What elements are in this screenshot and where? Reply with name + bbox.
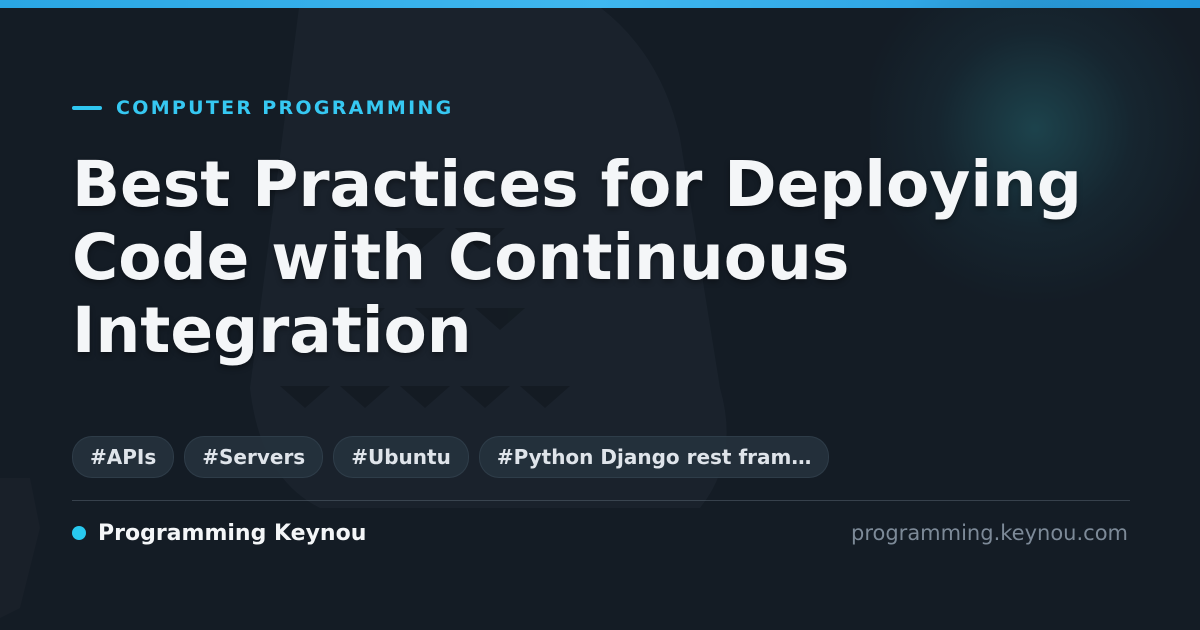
category-label: COMPUTER PROGRAMMING: [72, 95, 454, 121]
footer-divider: [72, 500, 1130, 501]
article-title: Best Practices for Deploying Code with C…: [72, 148, 1082, 367]
site-url[interactable]: programming.keynou.com: [851, 518, 1128, 548]
brand-name: Programming Keynou: [98, 520, 367, 546]
tag-ubuntu[interactable]: #Ubuntu: [333, 436, 469, 478]
social-card: COMPUTER PROGRAMMING Best Practices for …: [0, 0, 1200, 630]
tag-python-django[interactable]: #Python Django rest fram…: [478, 436, 830, 478]
accent-dash: [72, 106, 102, 110]
category-text: COMPUTER PROGRAMMING: [116, 97, 454, 119]
tag-apis[interactable]: #APIs: [72, 436, 175, 478]
tag-list: #APIs #Servers #Ubuntu #Python Django re…: [72, 436, 830, 478]
brand-dot-icon: [72, 526, 86, 540]
brand: Programming Keynou: [72, 518, 366, 548]
tag-servers[interactable]: #Servers: [184, 436, 324, 478]
